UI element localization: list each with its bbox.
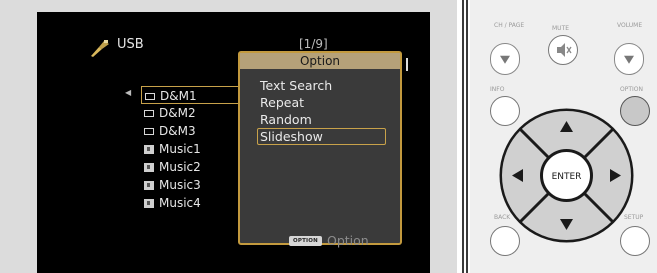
tv-frame: USB [1/9] ◀ D&M1 D&M2 D&M3 Music1 Music2… xyxy=(0,0,457,273)
remote-panel: CH / PAGE MUTE VOLUME INFO OPTION ENTER … xyxy=(470,0,657,273)
folder-icon xyxy=(144,128,154,135)
cursor-arrow-icon: ◀ xyxy=(125,88,132,97)
list-item-label: Music4 xyxy=(159,196,201,210)
music-file-icon xyxy=(144,199,154,208)
list-item-label: D&M1 xyxy=(160,89,197,103)
music-file-icon xyxy=(144,181,154,190)
list-bracket xyxy=(402,58,408,71)
popup-title: Option xyxy=(240,53,400,69)
setup-label: SETUP xyxy=(624,214,644,221)
setup-button[interactable] xyxy=(620,226,650,256)
list-item-label: D&M3 xyxy=(159,124,196,138)
mute-button[interactable] xyxy=(548,35,578,65)
divider xyxy=(466,0,468,273)
list-item-label: Music2 xyxy=(159,160,201,174)
option-popup: Option Text Search Repeat Random Slidesh… xyxy=(238,51,402,245)
option-hint: OPTION Option xyxy=(289,233,369,248)
volume-label: VOLUME xyxy=(617,22,643,29)
menu-item-slideshow[interactable]: Slideshow xyxy=(257,128,400,145)
list-item-label: Music1 xyxy=(159,142,201,156)
mute-icon xyxy=(557,43,572,57)
folder-icon xyxy=(145,93,155,100)
volume-down-button[interactable] xyxy=(614,43,644,75)
source-label: USB xyxy=(117,37,144,52)
option-hint-label: Option xyxy=(326,233,369,248)
tv-screen: USB [1/9] ◀ D&M1 D&M2 D&M3 Music1 Music2… xyxy=(37,12,430,273)
enter-label: ENTER xyxy=(552,172,582,182)
list-item-label: D&M2 xyxy=(159,106,196,120)
option-label: OPTION xyxy=(620,86,643,93)
info-label: INFO xyxy=(490,86,505,93)
mute-label: MUTE xyxy=(552,25,570,32)
ch-page-down-button[interactable] xyxy=(490,43,520,75)
list-item-label: Music3 xyxy=(159,178,201,192)
music-file-icon xyxy=(144,163,154,172)
back-button[interactable] xyxy=(490,226,520,256)
folder-icon xyxy=(144,110,154,117)
triangle-down-icon xyxy=(500,55,510,64)
usb-icon xyxy=(91,40,109,57)
back-label: BACK xyxy=(494,214,511,221)
triangle-down-icon xyxy=(624,55,634,64)
menu-item-repeat[interactable]: Repeat xyxy=(260,94,400,111)
cursor-pad[interactable]: ENTER xyxy=(498,107,635,244)
menu-item-text-search[interactable]: Text Search xyxy=(260,77,400,94)
page-indicator: [1/9] xyxy=(299,37,328,51)
menu-item-random[interactable]: Random xyxy=(260,111,400,128)
divider xyxy=(462,0,464,273)
music-file-icon xyxy=(144,145,154,154)
ch-page-label: CH / PAGE xyxy=(494,22,525,29)
option-badge: OPTION xyxy=(289,235,322,246)
